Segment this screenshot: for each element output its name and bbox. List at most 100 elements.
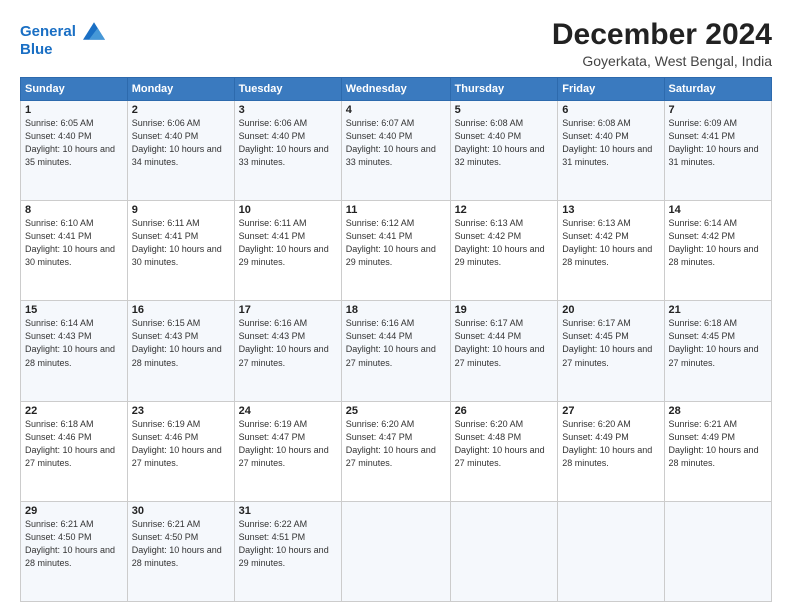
calendar-cell: 5 Sunrise: 6:08 AMSunset: 4:40 PMDayligh… (450, 101, 558, 201)
day-number: 13 (562, 204, 659, 216)
day-number: 8 (25, 204, 123, 216)
month-title: December 2024 (552, 18, 772, 51)
day-info: Sunrise: 6:11 AMSunset: 4:41 PMDaylight:… (239, 218, 329, 267)
day-info: Sunrise: 6:11 AMSunset: 4:41 PMDaylight:… (132, 218, 222, 267)
calendar-cell: 12 Sunrise: 6:13 AMSunset: 4:42 PMDaylig… (450, 201, 558, 301)
logo-icon (83, 20, 105, 42)
calendar-cell: 23 Sunrise: 6:19 AMSunset: 4:46 PMDaylig… (127, 401, 234, 501)
calendar-cell: 25 Sunrise: 6:20 AMSunset: 4:47 PMDaylig… (341, 401, 450, 501)
calendar-cell: 10 Sunrise: 6:11 AMSunset: 4:41 PMDaylig… (234, 201, 341, 301)
day-number: 5 (455, 104, 554, 116)
calendar-cell (558, 501, 664, 601)
header: General Blue December 2024 Goyerkata, We… (20, 18, 772, 69)
title-block: December 2024 Goyerkata, West Bengal, In… (552, 18, 772, 69)
day-info: Sunrise: 6:06 AMSunset: 4:40 PMDaylight:… (239, 118, 329, 167)
calendar-row: 8 Sunrise: 6:10 AMSunset: 4:41 PMDayligh… (21, 201, 772, 301)
day-number: 27 (562, 405, 659, 417)
day-number: 6 (562, 104, 659, 116)
calendar-cell: 21 Sunrise: 6:18 AMSunset: 4:45 PMDaylig… (664, 301, 771, 401)
day-info: Sunrise: 6:22 AMSunset: 4:51 PMDaylight:… (239, 519, 329, 568)
day-info: Sunrise: 6:14 AMSunset: 4:42 PMDaylight:… (669, 218, 759, 267)
calendar-row: 1 Sunrise: 6:05 AMSunset: 4:40 PMDayligh… (21, 101, 772, 201)
day-number: 18 (346, 304, 446, 316)
calendar-cell: 14 Sunrise: 6:14 AMSunset: 4:42 PMDaylig… (664, 201, 771, 301)
day-info: Sunrise: 6:21 AMSunset: 4:50 PMDaylight:… (132, 519, 222, 568)
day-info: Sunrise: 6:13 AMSunset: 4:42 PMDaylight:… (562, 218, 652, 267)
calendar-cell: 28 Sunrise: 6:21 AMSunset: 4:49 PMDaylig… (664, 401, 771, 501)
calendar-cell: 31 Sunrise: 6:22 AMSunset: 4:51 PMDaylig… (234, 501, 341, 601)
calendar-cell: 24 Sunrise: 6:19 AMSunset: 4:47 PMDaylig… (234, 401, 341, 501)
calendar-cell: 29 Sunrise: 6:21 AMSunset: 4:50 PMDaylig… (21, 501, 128, 601)
calendar-table: Sunday Monday Tuesday Wednesday Thursday… (20, 77, 772, 602)
day-number: 21 (669, 304, 767, 316)
calendar-cell (664, 501, 771, 601)
calendar-cell: 16 Sunrise: 6:15 AMSunset: 4:43 PMDaylig… (127, 301, 234, 401)
day-number: 22 (25, 405, 123, 417)
day-number: 11 (346, 204, 446, 216)
calendar-row: 22 Sunrise: 6:18 AMSunset: 4:46 PMDaylig… (21, 401, 772, 501)
logo-text: General (20, 22, 105, 42)
calendar-cell: 20 Sunrise: 6:17 AMSunset: 4:45 PMDaylig… (558, 301, 664, 401)
day-number: 3 (239, 104, 337, 116)
day-info: Sunrise: 6:07 AMSunset: 4:40 PMDaylight:… (346, 118, 436, 167)
day-number: 1 (25, 104, 123, 116)
day-info: Sunrise: 6:16 AMSunset: 4:44 PMDaylight:… (346, 318, 436, 367)
col-thursday: Thursday (450, 78, 558, 101)
day-number: 7 (669, 104, 767, 116)
calendar-cell: 11 Sunrise: 6:12 AMSunset: 4:41 PMDaylig… (341, 201, 450, 301)
calendar-cell: 8 Sunrise: 6:10 AMSunset: 4:41 PMDayligh… (21, 201, 128, 301)
logo-general: General (20, 23, 76, 40)
calendar-cell: 2 Sunrise: 6:06 AMSunset: 4:40 PMDayligh… (127, 101, 234, 201)
calendar-cell: 1 Sunrise: 6:05 AMSunset: 4:40 PMDayligh… (21, 101, 128, 201)
day-info: Sunrise: 6:09 AMSunset: 4:41 PMDaylight:… (669, 118, 759, 167)
day-number: 25 (346, 405, 446, 417)
day-info: Sunrise: 6:16 AMSunset: 4:43 PMDaylight:… (239, 318, 329, 367)
day-number: 12 (455, 204, 554, 216)
calendar-cell: 30 Sunrise: 6:21 AMSunset: 4:50 PMDaylig… (127, 501, 234, 601)
day-number: 4 (346, 104, 446, 116)
day-number: 2 (132, 104, 230, 116)
logo-blue: Blue (20, 42, 105, 59)
day-info: Sunrise: 6:19 AMSunset: 4:46 PMDaylight:… (132, 419, 222, 468)
col-tuesday: Tuesday (234, 78, 341, 101)
day-info: Sunrise: 6:06 AMSunset: 4:40 PMDaylight:… (132, 118, 222, 167)
calendar-cell (450, 501, 558, 601)
calendar-cell: 7 Sunrise: 6:09 AMSunset: 4:41 PMDayligh… (664, 101, 771, 201)
day-info: Sunrise: 6:13 AMSunset: 4:42 PMDaylight:… (455, 218, 545, 267)
day-info: Sunrise: 6:08 AMSunset: 4:40 PMDaylight:… (455, 118, 545, 167)
calendar-cell: 6 Sunrise: 6:08 AMSunset: 4:40 PMDayligh… (558, 101, 664, 201)
col-monday: Monday (127, 78, 234, 101)
page: General Blue December 2024 Goyerkata, We… (0, 0, 792, 612)
day-info: Sunrise: 6:21 AMSunset: 4:49 PMDaylight:… (669, 419, 759, 468)
day-number: 17 (239, 304, 337, 316)
col-wednesday: Wednesday (341, 78, 450, 101)
day-number: 10 (239, 204, 337, 216)
logo: General Blue (20, 22, 105, 59)
calendar-cell: 4 Sunrise: 6:07 AMSunset: 4:40 PMDayligh… (341, 101, 450, 201)
col-saturday: Saturday (664, 78, 771, 101)
header-row: Sunday Monday Tuesday Wednesday Thursday… (21, 78, 772, 101)
day-info: Sunrise: 6:18 AMSunset: 4:46 PMDaylight:… (25, 419, 115, 468)
day-number: 28 (669, 405, 767, 417)
day-info: Sunrise: 6:21 AMSunset: 4:50 PMDaylight:… (25, 519, 115, 568)
calendar-cell: 17 Sunrise: 6:16 AMSunset: 4:43 PMDaylig… (234, 301, 341, 401)
calendar-row: 15 Sunrise: 6:14 AMSunset: 4:43 PMDaylig… (21, 301, 772, 401)
day-number: 19 (455, 304, 554, 316)
day-number: 14 (669, 204, 767, 216)
day-number: 26 (455, 405, 554, 417)
day-info: Sunrise: 6:14 AMSunset: 4:43 PMDaylight:… (25, 318, 115, 367)
day-info: Sunrise: 6:20 AMSunset: 4:48 PMDaylight:… (455, 419, 545, 468)
calendar-cell: 13 Sunrise: 6:13 AMSunset: 4:42 PMDaylig… (558, 201, 664, 301)
calendar-cell: 22 Sunrise: 6:18 AMSunset: 4:46 PMDaylig… (21, 401, 128, 501)
calendar-cell: 9 Sunrise: 6:11 AMSunset: 4:41 PMDayligh… (127, 201, 234, 301)
col-sunday: Sunday (21, 78, 128, 101)
day-info: Sunrise: 6:20 AMSunset: 4:49 PMDaylight:… (562, 419, 652, 468)
calendar-cell: 19 Sunrise: 6:17 AMSunset: 4:44 PMDaylig… (450, 301, 558, 401)
calendar-cell: 3 Sunrise: 6:06 AMSunset: 4:40 PMDayligh… (234, 101, 341, 201)
day-number: 20 (562, 304, 659, 316)
day-info: Sunrise: 6:15 AMSunset: 4:43 PMDaylight:… (132, 318, 222, 367)
location-title: Goyerkata, West Bengal, India (552, 53, 772, 69)
calendar-cell: 27 Sunrise: 6:20 AMSunset: 4:49 PMDaylig… (558, 401, 664, 501)
day-number: 15 (25, 304, 123, 316)
day-number: 23 (132, 405, 230, 417)
